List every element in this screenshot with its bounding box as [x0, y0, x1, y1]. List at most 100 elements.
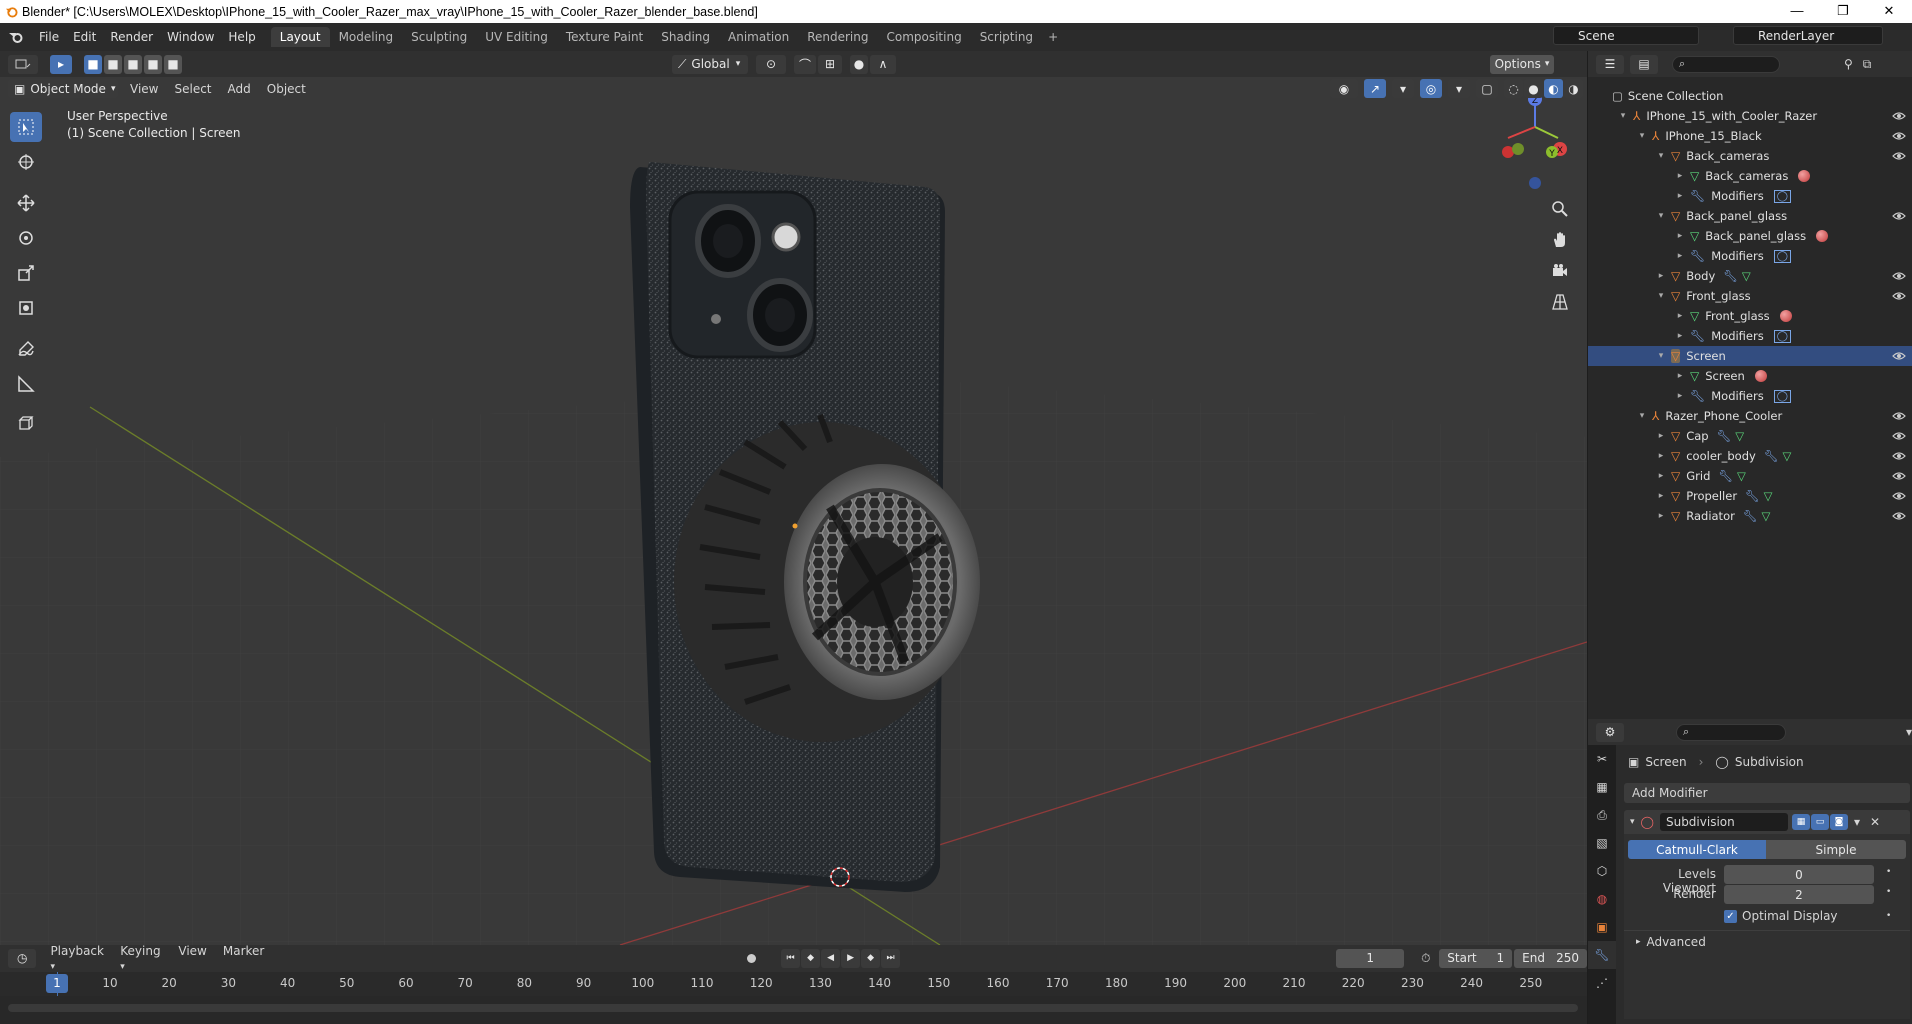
outliner-row[interactable]: ▸ 🔧︎ Modifiers ◯	[1588, 246, 1912, 266]
start-frame-field[interactable]: Start 1	[1439, 948, 1513, 968]
pivot-point-icon[interactable]: ⊙	[756, 54, 786, 74]
outliner-row[interactable]: ▸ 🔧︎ Modifiers ◯	[1588, 326, 1912, 346]
select-tool-icon[interactable]	[10, 112, 42, 142]
outliner-row[interactable]: ▸ 🔧︎ Modifiers ◯	[1588, 386, 1912, 406]
solid-shading-icon[interactable]: ●	[1524, 79, 1543, 98]
modifier-wrench-icon[interactable]: 🔧︎	[1745, 489, 1760, 503]
world-tab-icon[interactable]: ◍	[1588, 885, 1616, 913]
measure-tool-icon[interactable]	[10, 369, 42, 399]
frame-ruler[interactable]: 1 10 20 30 40 50 60 70 80 90 100 110 120 130 140 150 16…	[0, 972, 1587, 1024]
object-mode-dropdown[interactable]: ▣ Object Mode ▾	[8, 79, 118, 98]
cursor-tool-icon[interactable]	[10, 147, 42, 177]
tab-rendering[interactable]: Rendering	[798, 27, 877, 47]
eye-icon[interactable]	[1892, 149, 1906, 163]
transform-orientation-dropdown[interactable]: ⟋ Global ▾	[672, 54, 748, 74]
timeline-menu-keying[interactable]: Keying ▾	[112, 944, 170, 972]
mesh-data-icon[interactable]: ▽	[1742, 269, 1751, 283]
expand-arrow-icon[interactable]: ▸	[1655, 471, 1667, 481]
material-shading-icon[interactable]: ◐	[1544, 79, 1563, 98]
falloff-icon[interactable]: ∧	[870, 54, 896, 74]
menu-edit[interactable]: Edit	[66, 30, 103, 44]
outliner-row[interactable]: ▾ ▽ Back_cameras	[1588, 146, 1912, 166]
tab-animation[interactable]: Animation	[719, 27, 798, 47]
transform-tool-icon[interactable]	[10, 293, 42, 323]
material-icon[interactable]	[1779, 310, 1792, 322]
tab-uv-editing[interactable]: UV Editing	[476, 27, 557, 47]
visibility-icon[interactable]: ◉	[1330, 79, 1358, 98]
close-window-button[interactable]: ✕	[1866, 0, 1912, 23]
expand-arrow-icon[interactable]: ▸	[1674, 231, 1686, 241]
rotate-tool-icon[interactable]	[10, 223, 42, 253]
subdivision-icon[interactable]: ◯	[1773, 389, 1791, 403]
outliner-row[interactable]: ▸ ▽ Back_cameras	[1588, 166, 1912, 186]
zoom-icon[interactable]	[1546, 195, 1574, 223]
subdivision-icon[interactable]: ◯	[1773, 249, 1791, 263]
outliner-row[interactable]: ▸ 🔧︎ Modifiers ◯	[1588, 186, 1912, 206]
rendered-shading-icon[interactable]: ◑	[1564, 79, 1583, 98]
expand-arrow-icon[interactable]: ▸	[1674, 391, 1686, 401]
outliner-row[interactable]: ▸ ▽ Back_panel_glass	[1588, 226, 1912, 246]
ortho-grid-icon[interactable]	[1546, 288, 1574, 316]
outliner-row[interactable]: ▾ ⅄ Razer_Phone_Cooler	[1588, 406, 1912, 426]
optimal-display-checkbox[interactable]: ✓ Optimal Display	[1724, 909, 1838, 923]
close-icon[interactable]: ✕	[1870, 815, 1880, 829]
output-tab-icon[interactable]: ⎙	[1588, 801, 1616, 829]
expand-arrow-icon[interactable]: ▾	[1655, 291, 1667, 301]
modifier-wrench-icon[interactable]: 🔧︎	[1723, 269, 1738, 283]
current-frame-field[interactable]: 1	[1336, 948, 1405, 968]
timeline-menu-marker[interactable]: Marker	[215, 944, 272, 972]
render-toggle-icon[interactable]: ◙	[1829, 814, 1848, 830]
expand-arrow-icon[interactable]: ▾	[1636, 411, 1648, 421]
select-subtract-icon[interactable]: ■	[124, 54, 142, 74]
mesh-data-icon[interactable]: ▽	[1735, 429, 1744, 443]
move-tool-icon[interactable]	[10, 188, 42, 218]
modifier-wrench-icon[interactable]: 🔧︎	[1717, 429, 1732, 443]
tab-scripting[interactable]: Scripting	[971, 27, 1042, 47]
eye-icon[interactable]	[1892, 509, 1906, 523]
blender-menu-icon[interactable]	[0, 30, 32, 44]
scene-selector[interactable]: Scene	[1553, 26, 1699, 45]
collapse-arrow-icon[interactable]: ▾	[1630, 817, 1635, 827]
viewport-menu-add[interactable]: Add	[220, 82, 259, 96]
expand-arrow-icon[interactable]: ▸	[1655, 511, 1667, 521]
navigation-gizmo[interactable]: Z X Y	[1502, 92, 1567, 189]
viewport-menu-view[interactable]: View	[122, 82, 166, 96]
outliner-row[interactable]: ▾ ▽ Front_glass	[1588, 286, 1912, 306]
expand-arrow-icon[interactable]: ▾	[1655, 211, 1667, 221]
expand-arrow-icon[interactable]: ▸	[1674, 191, 1686, 201]
outliner-row[interactable]: ▾ ▽ Screen	[1588, 346, 1912, 366]
chevron-down-icon[interactable]: ▾	[1906, 725, 1912, 739]
modifier-wrench-icon[interactable]: 🔧︎	[1718, 469, 1733, 483]
viewport-menu-select[interactable]: Select	[166, 82, 219, 96]
eye-icon[interactable]	[1892, 349, 1906, 363]
options-dropdown[interactable]: Options ▾	[1490, 54, 1554, 74]
keyframe-dot-icon[interactable]: •	[1886, 911, 1891, 921]
outliner-row[interactable]: ▸ ▽ Radiator 🔧︎ ▽	[1588, 506, 1912, 526]
expand-arrow-icon[interactable]: ▸	[1674, 311, 1686, 321]
outliner-editor-icon[interactable]: ☰	[1596, 54, 1624, 74]
tab-layout[interactable]: Layout	[270, 27, 330, 47]
outliner-row[interactable]: ▸ ▽ Body 🔧︎ ▽	[1588, 266, 1912, 286]
material-icon[interactable]	[1798, 170, 1811, 182]
outliner-row[interactable]: ▾ ⅄ IPhone_15_with_Cooler_Razer	[1588, 106, 1912, 126]
add-cube-tool-icon[interactable]	[10, 408, 42, 438]
mesh-data-icon[interactable]: ▽	[1764, 489, 1773, 503]
eye-icon[interactable]	[1892, 449, 1906, 463]
end-frame-field[interactable]: End 250	[1514, 948, 1588, 968]
expand-arrow-icon[interactable]: ▾	[1617, 111, 1629, 121]
keyframe-dot-icon[interactable]: •	[1886, 887, 1891, 897]
scale-tool-icon[interactable]	[10, 258, 42, 288]
modifier-wrench-icon[interactable]: 🔧︎	[1764, 449, 1779, 463]
outliner-row[interactable]: ▸ ▽ Cap 🔧︎ ▽	[1588, 426, 1912, 446]
proportional-edit-icon[interactable]: ●	[850, 54, 868, 74]
editor-type-icon[interactable]	[8, 54, 38, 74]
particles-tab-icon[interactable]: ⋰	[1588, 969, 1616, 997]
annotate-tool-icon[interactable]	[10, 334, 42, 364]
camera-view-icon[interactable]	[1546, 257, 1574, 285]
jump-keyframe-back-icon[interactable]: ◆	[801, 948, 821, 968]
expand-arrow-icon[interactable]: ▸	[1655, 491, 1667, 501]
select-box-icon[interactable]: ▸	[50, 54, 72, 74]
pan-hand-icon[interactable]	[1546, 226, 1574, 254]
expand-arrow-icon[interactable]: ▸	[1655, 431, 1667, 441]
modifier-wrench-icon[interactable]: 🔧︎	[1743, 509, 1758, 523]
